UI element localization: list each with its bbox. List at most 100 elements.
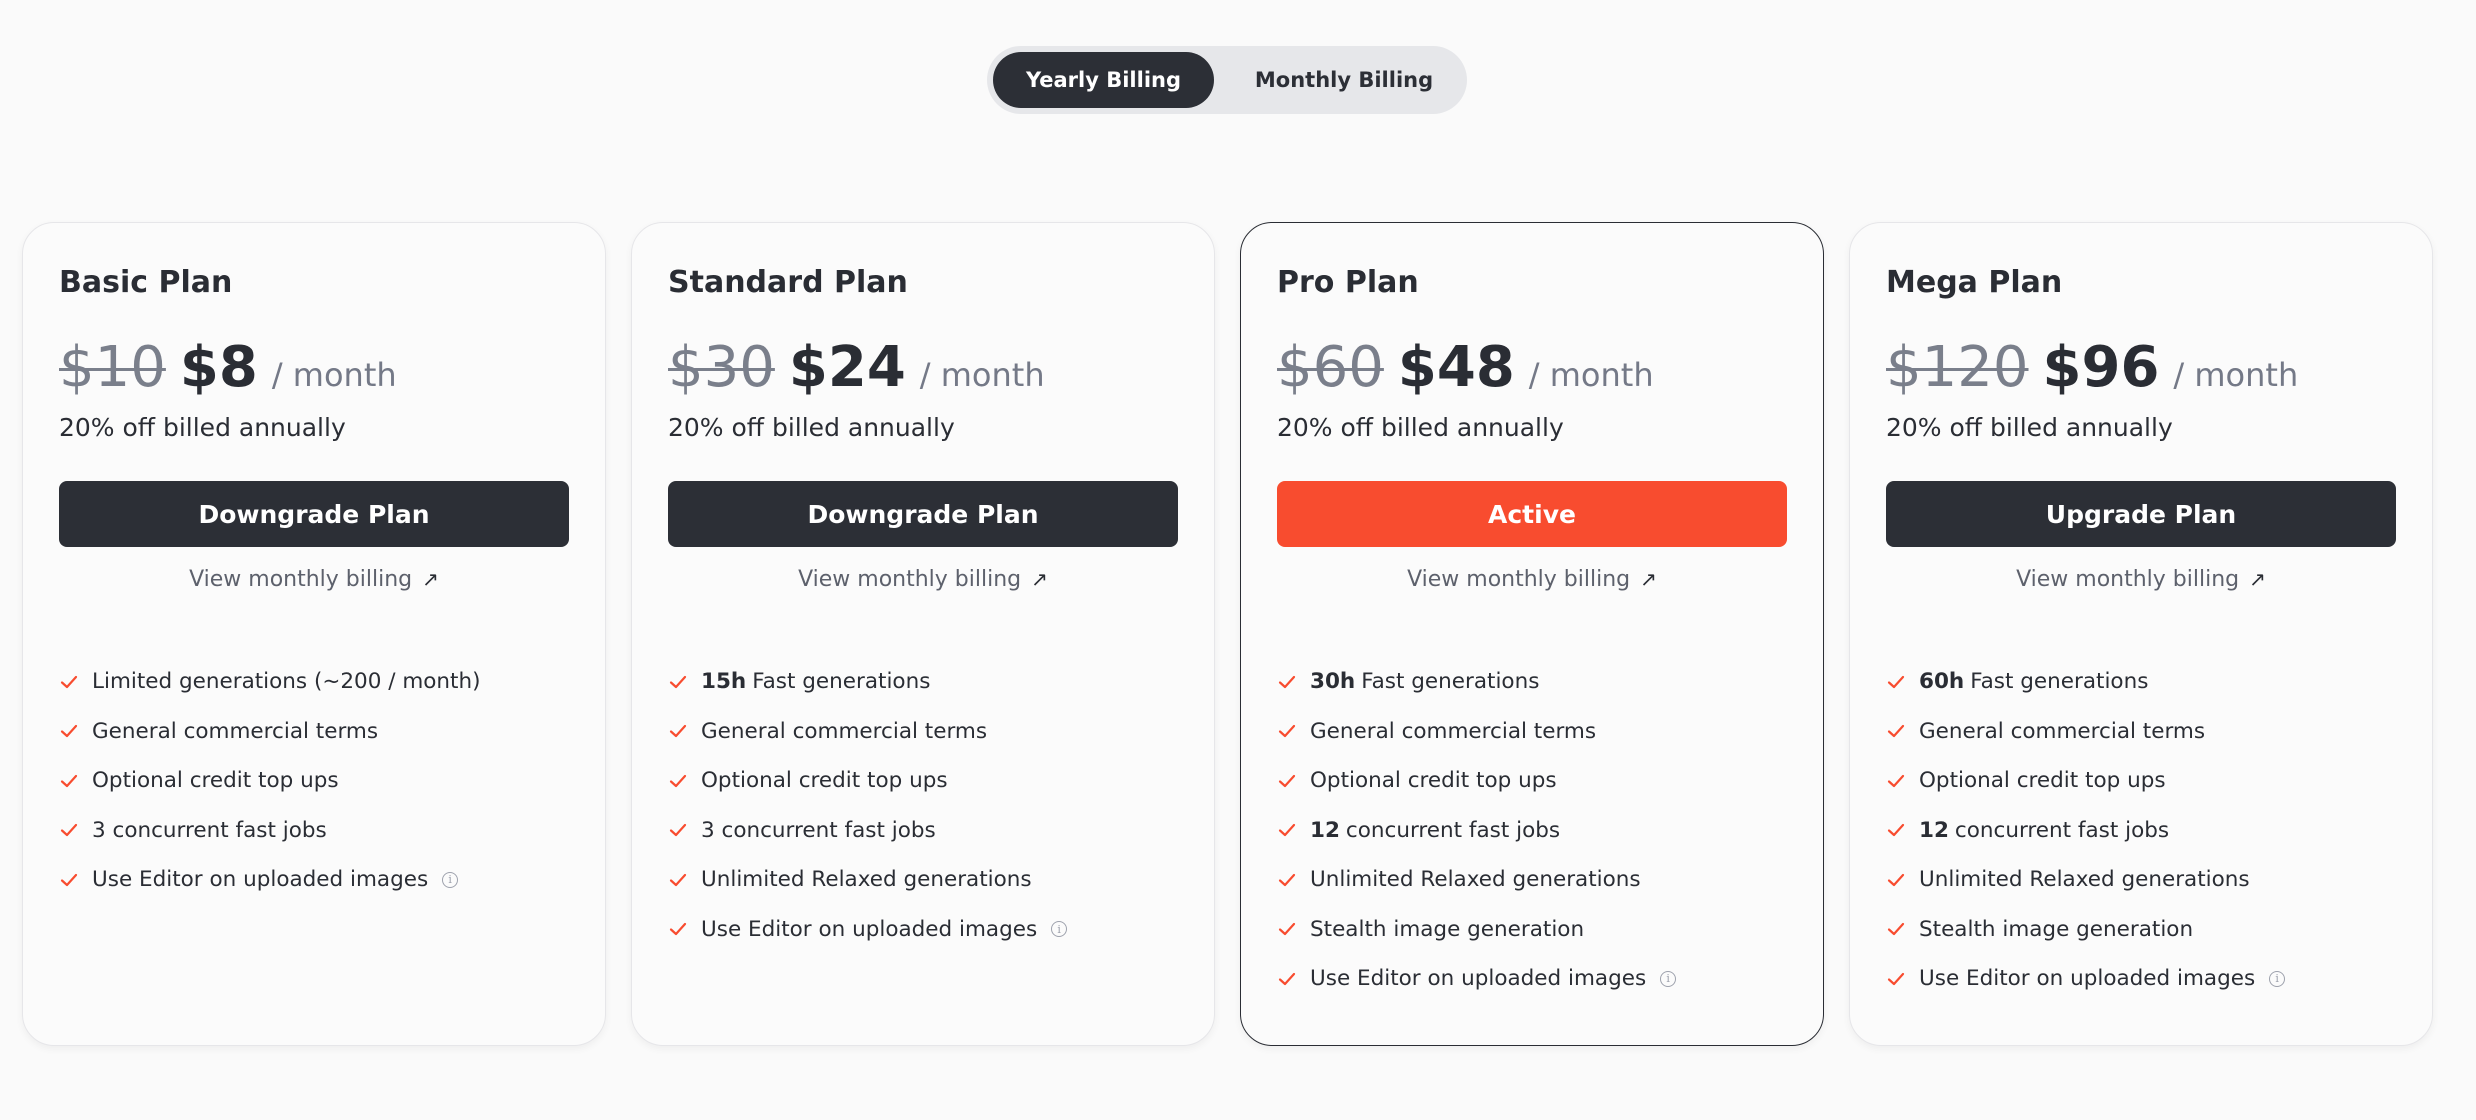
feature-text: Use Editor on uploaded images [1919,966,2256,992]
check-icon [1887,972,1905,985]
check-icon [1278,923,1296,936]
check-icon [1278,725,1296,738]
info-icon[interactable]: i [1051,921,1068,938]
check-icon [1278,824,1296,837]
plan-title: Pro Plan [1277,265,1419,300]
view-link-label: View monthly billing [189,567,413,592]
feature-item: Use Editor on uploaded images i [1886,954,2286,1004]
feature-text: Stealth image generation [1919,916,2194,942]
feature-item: General commercial terms [59,707,481,757]
feature-text: Use Editor on uploaded images [92,867,429,893]
check-icon [669,725,687,738]
price-period: / month [2173,356,2299,394]
current-price: $96 [2042,335,2160,400]
external-arrow-icon: ↗ [2249,567,2266,591]
plan-title: Basic Plan [59,265,233,300]
feature-text: Stealth image generation [1310,916,1585,942]
view-monthly-billing-link[interactable]: View monthly billing ↗ [59,567,569,592]
feature-text: Optional credit top ups [92,768,339,794]
feature-item: General commercial terms [668,707,1067,757]
billing-note: 20% off billed annually [1886,413,2173,442]
feature-item: Optional credit top ups [1277,756,1676,806]
feature-text: Optional credit top ups [701,768,948,794]
feature-highlight: 60h [1919,669,1965,695]
check-icon [1887,675,1905,688]
feature-item: 30h Fast generations [1277,657,1676,707]
feature-text: Fast generations [752,669,931,695]
upgrade-plan-button[interactable]: Upgrade Plan [1886,481,2396,547]
check-icon [669,923,687,936]
check-icon [669,873,687,886]
check-icon [60,774,78,787]
check-icon [1887,824,1905,837]
feature-item: Stealth image generation [1886,905,2285,955]
check-icon [1278,774,1296,787]
old-price: $60 [1277,335,1384,400]
feature-text: Unlimited Relaxed generations [1919,867,2250,893]
plan-title: Mega Plan [1886,265,2063,300]
feature-item: 3 concurrent fast jobs [668,806,1067,856]
feature-text: 3 concurrent fast jobs [92,817,327,843]
check-icon [1887,873,1905,886]
view-monthly-billing-link[interactable]: View monthly billing ↗ [1277,567,1787,592]
view-monthly-billing-link[interactable]: View monthly billing ↗ [668,567,1178,592]
view-monthly-billing-link[interactable]: View monthly billing ↗ [1886,567,2396,592]
feature-highlight: 30h [1310,669,1356,695]
price-row: $30 $24 / month [668,335,1045,400]
plan-card-mega-plan: Mega Plan $120 $96 / month 20% off bille… [1849,222,2433,1046]
feature-text: Unlimited Relaxed generations [701,867,1032,893]
feature-item: 60h Fast generations [1886,657,2285,707]
billing-note: 20% off billed annually [1277,413,1564,442]
external-arrow-icon: ↗ [1031,567,1048,591]
feature-item: Optional credit top ups [668,756,1067,806]
feature-item: 12 concurrent fast jobs [1886,806,2285,856]
price-row: $120 $96 / month [1886,335,2298,400]
check-icon [669,774,687,787]
feature-text: General commercial terms [92,718,379,744]
active-plan-button[interactable]: Active [1277,481,1787,547]
feature-text: Limited generations (~200 / month) [92,669,481,695]
feature-list: 15h Fast generations General commercial … [668,657,1068,954]
feature-text: Fast generations [1970,669,2149,695]
feature-text: Optional credit top ups [1310,768,1557,794]
price-row: $10 $8 / month [59,335,397,400]
feature-item: Use Editor on uploaded images i [1277,954,1677,1004]
info-icon[interactable]: i [1660,970,1677,987]
plan-title: Standard Plan [668,265,908,300]
current-price: $24 [788,335,906,400]
feature-item: Unlimited Relaxed generations [668,855,1067,905]
feature-item: Limited generations (~200 / month) [59,657,481,707]
feature-list: Limited generations (~200 / month) Gener… [59,657,481,905]
yearly-billing-tab[interactable]: Yearly Billing [993,52,1214,108]
old-price: $30 [668,335,775,400]
check-icon [60,725,78,738]
billing-toggle: Yearly Billing Monthly Billing [987,46,1467,114]
feature-highlight: 12 [1310,817,1340,843]
info-icon[interactable]: i [442,871,459,888]
feature-text: General commercial terms [701,718,988,744]
check-icon [1278,972,1296,985]
price-period: / month [919,356,1045,394]
view-link-label: View monthly billing [1407,567,1631,592]
downgrade-plan-button[interactable]: Downgrade Plan [668,481,1178,547]
check-icon [1887,774,1905,787]
feature-item: Optional credit top ups [59,756,481,806]
old-price: $10 [59,335,166,400]
feature-highlight: 15h [701,669,747,695]
feature-text: General commercial terms [1310,718,1597,744]
check-icon [669,675,687,688]
price-period: / month [271,356,397,394]
feature-item: General commercial terms [1886,707,2285,757]
monthly-billing-tab[interactable]: Monthly Billing [1227,52,1461,108]
feature-text: Use Editor on uploaded images [701,916,1038,942]
feature-item: Stealth image generation [1277,905,1676,955]
billing-note: 20% off billed annually [59,413,346,442]
downgrade-plan-button[interactable]: Downgrade Plan [59,481,569,547]
info-icon[interactable]: i [2269,970,2286,987]
price-row: $60 $48 / month [1277,335,1654,400]
feature-item: 15h Fast generations [668,657,1067,707]
feature-text: concurrent fast jobs [1345,817,1561,843]
feature-item: 3 concurrent fast jobs [59,806,481,856]
plan-card-basic-plan: Basic Plan $10 $8 / month 20% off billed… [22,222,606,1046]
feature-list: 60h Fast generations General commercial … [1886,657,2286,1004]
